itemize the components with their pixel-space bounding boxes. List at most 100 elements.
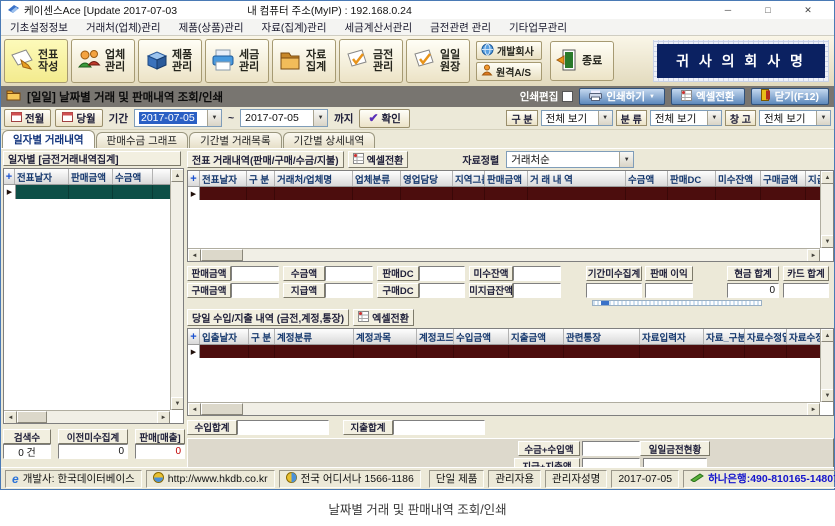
scroll-up-icon[interactable]: ▲	[821, 171, 834, 184]
dev-company-button[interactable]: 개발회사	[476, 41, 542, 60]
column-header[interactable]: 입출날자	[200, 329, 249, 344]
chevron-down-icon[interactable]: ▼	[816, 111, 830, 125]
scroll-thumb[interactable]	[201, 249, 243, 261]
scroll-down-icon[interactable]: ▼	[821, 235, 834, 248]
chevron-down-icon[interactable]: ▼	[207, 110, 221, 126]
scroll-thumb[interactable]	[201, 403, 243, 415]
plus-icon[interactable]: +	[188, 171, 200, 186]
print-button[interactable]: 인쇄하기 ▼	[579, 88, 665, 105]
sort-combo[interactable]: 거래처순 ▼	[506, 151, 634, 168]
vertical-scrollbar[interactable]: ▲ ▼	[820, 329, 833, 402]
summary-mini-scrollbar[interactable]	[592, 300, 762, 306]
close-button[interactable]: ✕	[788, 2, 828, 18]
menu-etc-mgmt[interactable]: 기타업무관리	[500, 20, 576, 35]
prev-month-button[interactable]: 전월	[4, 109, 51, 127]
excel-button-2[interactable]: 엑셀전환	[353, 309, 414, 326]
scroll-right-icon[interactable]: ►	[157, 411, 170, 424]
vertical-scrollbar[interactable]: ▲ ▼	[820, 171, 833, 248]
plus-icon[interactable]: +	[4, 169, 15, 184]
tab-sales-graph[interactable]: 판매수금 그래프	[96, 132, 189, 148]
selected-row[interactable]: ▶	[188, 345, 821, 358]
bunryu-combo[interactable]: 전체 보기 ▼	[650, 110, 722, 126]
confirm-button[interactable]: ✔ 확인	[359, 109, 409, 128]
column-header[interactable]: 수금액	[626, 171, 668, 186]
column-header[interactable]: 판매DC	[668, 171, 716, 186]
column-header[interactable]: 계정코드	[417, 329, 454, 344]
column-header[interactable]: 자료_구분	[704, 329, 745, 344]
daily-summary-grid[interactable]: + 전표날자 판매금액 수금액 ▶ ▲ ▼	[3, 168, 184, 424]
chevron-down-icon[interactable]: ▼	[598, 111, 612, 125]
scroll-left-icon[interactable]: ◄	[188, 249, 201, 262]
transactions-grid[interactable]: + 전표날자 구 분 거래처/업체명 업체분류 영업담당 지역그룹 판매금액 거…	[187, 170, 834, 262]
scroll-up-icon[interactable]: ▲	[171, 169, 184, 182]
data-summary-button[interactable]: 자료집계	[272, 39, 336, 83]
column-header[interactable]: 구 분	[249, 329, 275, 344]
column-header[interactable]: 자료수정일	[745, 329, 787, 344]
menu-client-mgmt[interactable]: 거래처(업체)관리	[77, 20, 170, 35]
gubun-combo[interactable]: 전체 보기 ▼	[541, 110, 613, 126]
horizontal-scrollbar[interactable]: ◄ ►	[188, 402, 820, 415]
column-header[interactable]: 구매금액	[761, 171, 806, 186]
product-mgmt-button[interactable]: 제품관리	[138, 39, 202, 83]
column-header[interactable]: 지출금액	[509, 329, 564, 344]
changgo-combo[interactable]: 전체 보기 ▼	[759, 110, 831, 126]
client-mgmt-button[interactable]: 업체관리	[71, 39, 135, 83]
horizontal-scrollbar[interactable]: ◄ ►	[4, 410, 170, 423]
website-segment[interactable]: http://www.hkdb.co.kr	[146, 470, 275, 488]
column-header[interactable]: 자료입력자	[640, 329, 704, 344]
scroll-down-icon[interactable]: ▼	[171, 397, 184, 410]
column-header[interactable]: 수금액	[113, 169, 153, 184]
tab-period-list[interactable]: 기간별 거래목록	[189, 132, 282, 148]
scroll-left-icon[interactable]: ◄	[188, 403, 201, 416]
column-header[interactable]: 지역그룹	[453, 171, 485, 186]
column-header[interactable]: 계정분류	[275, 329, 354, 344]
column-header[interactable]: 구 분	[247, 171, 275, 186]
selected-row[interactable]: ▶	[188, 187, 821, 200]
exit-button[interactable]: 종료	[550, 41, 614, 81]
scroll-thumb[interactable]	[601, 301, 609, 305]
maximize-button[interactable]: □	[748, 2, 788, 18]
close-f12-button[interactable]: 닫기(F12)	[751, 88, 829, 105]
column-header[interactable]: 관련통장	[564, 329, 640, 344]
scroll-down-icon[interactable]: ▼	[821, 389, 834, 402]
date-from-combo[interactable]: 2017-07-05 ▼	[134, 109, 222, 127]
menu-basic-settings[interactable]: 기초설정정보	[1, 20, 77, 35]
this-month-button[interactable]: 당월	[55, 109, 102, 127]
daily-ledger-button[interactable]: 일일원장	[406, 39, 470, 83]
chevron-down-icon[interactable]: ▼	[313, 110, 327, 126]
column-header[interactable]: 전표날자	[200, 171, 247, 186]
chevron-down-icon[interactable]: ▼	[707, 111, 721, 125]
column-header[interactable]: 거 래 내 역	[528, 171, 626, 186]
chevron-down-icon[interactable]: ▼	[619, 152, 633, 167]
excel-button-1[interactable]: 엑셀전환	[348, 151, 409, 168]
tab-period-detail[interactable]: 기간별 상세내역	[283, 132, 376, 148]
column-header[interactable]: 판매금액	[485, 171, 528, 186]
column-header[interactable]: 판매금액	[69, 169, 113, 184]
scroll-thumb[interactable]	[17, 411, 47, 423]
remote-as-button[interactable]: 원격A/S	[476, 62, 542, 81]
voucher-create-button[interactable]: 전표작성	[4, 39, 68, 83]
menu-product-mgmt[interactable]: 제품(상품)관리	[170, 20, 253, 35]
minimize-button[interactable]: ─	[708, 2, 748, 18]
vertical-scrollbar[interactable]: ▲ ▼	[170, 169, 183, 410]
column-header[interactable]: 업체분류	[353, 171, 401, 186]
money-mgmt-button[interactable]: 금전관리	[339, 39, 403, 83]
column-header[interactable]: 영업담당	[401, 171, 453, 186]
selected-row[interactable]: ▶	[4, 185, 183, 199]
print-edit-checkbox[interactable]	[562, 91, 573, 102]
column-header[interactable]: 거래처/업체명	[275, 171, 353, 186]
plus-icon[interactable]: +	[188, 329, 200, 344]
tab-daily-transactions[interactable]: 일자별 거래내역	[2, 130, 95, 148]
column-header[interactable]: 계정과목	[354, 329, 417, 344]
column-header[interactable]: 전표날자	[15, 169, 69, 184]
menu-money-mgmt[interactable]: 금전관련 관리	[421, 20, 500, 35]
scroll-left-icon[interactable]: ◄	[4, 411, 17, 424]
date-to-combo[interactable]: 2017-07-05 ▼	[240, 109, 328, 127]
scroll-right-icon[interactable]: ►	[807, 403, 820, 416]
column-header[interactable]: 수입금액	[454, 329, 509, 344]
tax-mgmt-button[interactable]: 세금관리	[205, 39, 269, 83]
scroll-up-icon[interactable]: ▲	[821, 329, 834, 342]
income-expense-grid[interactable]: + 입출날자 구 분 계정분류 계정과목 계정코드 수입금액 지출금액 관련통장…	[187, 328, 834, 416]
menu-tax-invoice-mgmt[interactable]: 세금계산서관리	[336, 20, 422, 35]
column-header[interactable]: 미수잔액	[716, 171, 761, 186]
